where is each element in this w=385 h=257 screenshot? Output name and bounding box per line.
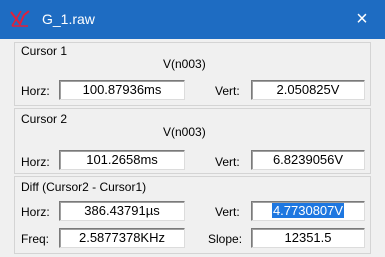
cursor2-trace: V(n003)	[163, 125, 206, 139]
diff-vert-label: Vert:	[215, 205, 240, 219]
ltspice-waveform-icon	[9, 9, 31, 29]
cursor1-trace: V(n003)	[163, 57, 206, 71]
cursor2-vert-label: Vert:	[215, 155, 240, 169]
cursor2-vert-field[interactable]: 6.8239056V	[251, 150, 365, 170]
diff-vert-field[interactable]: 4.7730807V	[251, 201, 365, 221]
close-button[interactable]: ×	[339, 0, 385, 39]
cursor-values-window: G_1.raw × Cursor 1 V(n003) Horz: 100.879…	[0, 0, 385, 257]
cursor1-horz-field[interactable]: 100.87936ms	[59, 80, 185, 100]
cursor1-label: Cursor 1	[21, 44, 68, 58]
cursor2-group: Cursor 2 V(n003) Horz: 101.2658ms Vert: …	[14, 108, 371, 174]
diff-vert-selected-text: 4.7730807V	[271, 203, 345, 218]
client-area: Cursor 1 V(n003) Horz: 100.87936ms Vert:…	[14, 39, 371, 254]
diff-horz-label: Horz:	[21, 205, 50, 219]
diff-slope-field[interactable]: 12351.5	[251, 228, 365, 248]
diff-label: Diff (Cursor2 - Cursor1)	[21, 180, 147, 194]
cursor1-vert-label: Vert:	[215, 84, 240, 98]
diff-slope-label: Slope:	[208, 232, 243, 246]
title-bar[interactable]: G_1.raw ×	[0, 0, 385, 39]
cursor1-vert-field[interactable]: 2.050825V	[251, 80, 365, 100]
diff-horz-field[interactable]: 386.43791µs	[59, 201, 185, 221]
diff-group: Diff (Cursor2 - Cursor1) Horz: 386.43791…	[14, 176, 371, 254]
cursor2-horz-label: Horz:	[21, 155, 50, 169]
cursor1-horz-label: Horz:	[21, 84, 50, 98]
cursor2-label: Cursor 2	[21, 112, 68, 126]
close-icon: ×	[356, 8, 368, 30]
cursor2-horz-field[interactable]: 101.2658ms	[59, 150, 185, 170]
diff-freq-field[interactable]: 2.5877378KHz	[59, 228, 185, 248]
cursor1-group: Cursor 1 V(n003) Horz: 100.87936ms Vert:…	[14, 42, 371, 106]
diff-freq-label: Freq:	[21, 232, 50, 246]
window-title: G_1.raw	[42, 11, 95, 27]
